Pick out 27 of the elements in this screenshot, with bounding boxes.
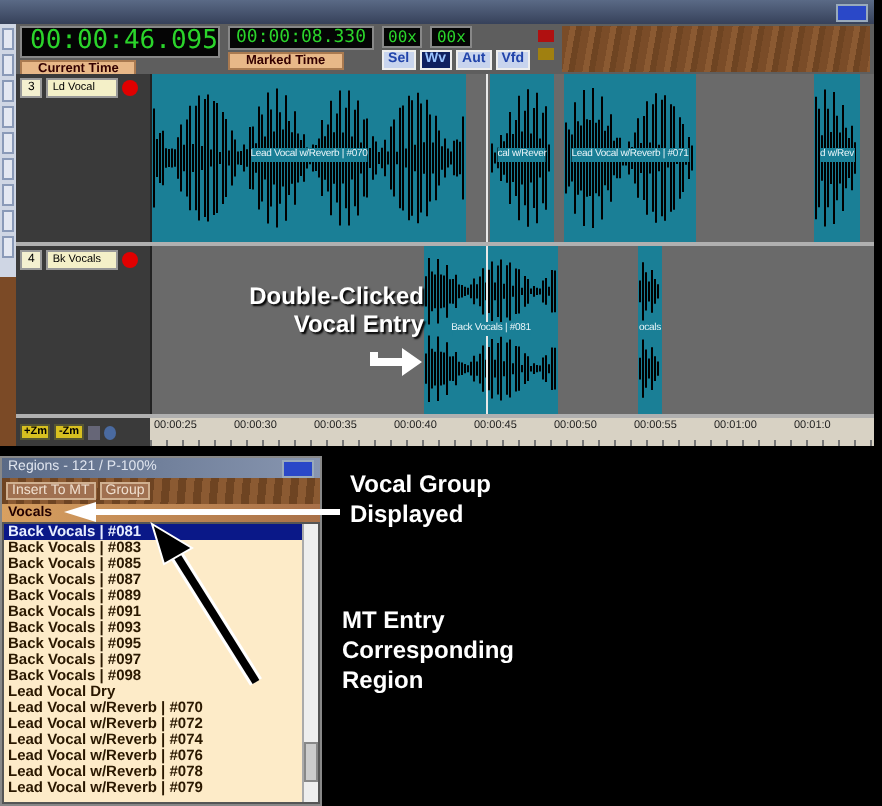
minimize-button[interactable] xyxy=(282,459,314,477)
minimize-button[interactable] xyxy=(836,3,868,21)
counter-display: 00x xyxy=(382,26,423,48)
scroll-thumb[interactable] xyxy=(304,742,318,782)
callout-text: Vocal Group Displayed xyxy=(350,470,493,530)
indicator-light xyxy=(538,48,554,60)
tool-button[interactable] xyxy=(2,54,14,76)
tool-button[interactable] xyxy=(2,132,14,154)
tool-button[interactable] xyxy=(2,236,14,258)
record-button[interactable] xyxy=(122,80,139,96)
counter-display: 00x xyxy=(430,26,472,48)
tool-button[interactable] xyxy=(2,80,14,102)
scrollbar[interactable] xyxy=(302,524,318,802)
callout-text: MT Entry Corresponding Region xyxy=(342,606,516,696)
loop-icon[interactable] xyxy=(103,425,116,439)
tool-button[interactable] xyxy=(2,158,14,180)
callout-text: Double-Clicked Vocal Entry xyxy=(247,282,424,338)
tool-button[interactable] xyxy=(2,184,14,206)
current-time-display: 00:00:46.095 xyxy=(20,26,220,58)
arrow-icon xyxy=(366,344,426,380)
snap-icon[interactable] xyxy=(87,425,100,439)
marked-time-display: 00:00:08.330 xyxy=(228,26,375,50)
record-button[interactable] xyxy=(122,252,139,268)
tool-button[interactable] xyxy=(2,28,14,50)
tool-button[interactable] xyxy=(2,106,14,128)
indicator-light xyxy=(538,30,554,42)
tool-button[interactable] xyxy=(2,210,14,232)
